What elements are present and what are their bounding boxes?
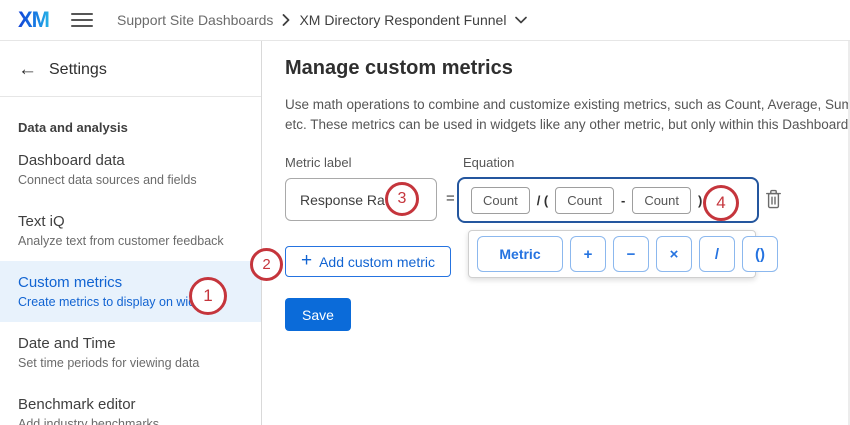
annotation-circle-3: 3 — [385, 182, 419, 216]
sidebar-item-dashboard-data[interactable]: Dashboard data Connect data sources and … — [0, 139, 261, 200]
minus-operator-button[interactable]: − — [613, 236, 649, 272]
plus-operator-button[interactable]: + — [570, 236, 606, 272]
sidebar-item-date-and-time[interactable]: Date and Time Set time periods for viewi… — [0, 322, 261, 383]
sidebar-item-benchmark-editor[interactable]: Benchmark editor Add industry benchmarks — [0, 383, 261, 425]
metric-chip[interactable]: Count — [555, 187, 614, 214]
breadcrumb: Support Site Dashboards XM Directory Res… — [117, 12, 527, 28]
sidebar-item-desc: Add industry benchmarks — [18, 417, 243, 425]
sidebar-item-desc: Set time periods for viewing data — [18, 356, 243, 370]
sidebar-item-text-iq[interactable]: Text iQ Analyze text from customer feedb… — [0, 200, 261, 261]
metric-button[interactable]: Metric — [477, 236, 563, 272]
annotation-circle-2: 2 — [250, 248, 283, 281]
sidebar-item-label: Benchmark editor — [18, 396, 243, 413]
operator-divide-paren: / ( — [537, 193, 549, 208]
add-custom-metric-button[interactable]: + Add custom metric — [285, 246, 451, 277]
trash-icon — [764, 198, 783, 213]
page-title: Manage custom metrics — [285, 57, 513, 80]
chevron-down-icon[interactable] — [515, 16, 527, 24]
save-button[interactable]: Save — [285, 298, 351, 331]
sidebar-item-desc: Analyze text from customer feedback — [18, 234, 243, 248]
menu-icon[interactable] — [71, 13, 93, 27]
operator-minus: - — [621, 193, 625, 208]
equation-label: Equation — [463, 155, 514, 170]
chevron-right-icon — [282, 14, 290, 26]
settings-sidebar: ← Settings Data and analysis Dashboard d… — [0, 41, 262, 425]
back-arrow-icon: ← — [18, 60, 37, 79]
divide-operator-button[interactable]: / — [699, 236, 735, 272]
sidebar-section-label: Data and analysis — [0, 97, 261, 139]
sidebar-item-label: Date and Time — [18, 335, 243, 352]
equation-operator-palette: Metric + − × / () — [468, 230, 756, 278]
settings-title: Settings — [49, 61, 107, 79]
breadcrumb-current[interactable]: XM Directory Respondent Funnel — [299, 12, 506, 28]
delete-metric-button[interactable] — [761, 188, 785, 214]
annotation-circle-1: 1 — [189, 277, 227, 315]
parentheses-button[interactable]: () — [742, 236, 778, 272]
sidebar-item-desc: Connect data sources and fields — [18, 173, 243, 187]
top-bar: XM Support Site Dashboards XM Directory … — [0, 0, 850, 41]
equals-sign: = — [446, 190, 455, 207]
multiply-operator-button[interactable]: × — [656, 236, 692, 272]
page-description: Use math operations to combine and custo… — [285, 95, 850, 136]
back-to-dashboard[interactable]: ← Settings — [0, 41, 261, 96]
manage-custom-metrics-panel: Manage custom metrics Use math operation… — [263, 41, 850, 425]
metric-chip[interactable]: Count — [471, 187, 530, 214]
add-custom-metric-label: Add custom metric — [319, 254, 435, 270]
annotation-circle-4: 4 — [703, 185, 739, 221]
sidebar-item-label: Dashboard data — [18, 152, 243, 169]
operator-close-paren: ) — [698, 193, 702, 208]
xm-logo: XM — [18, 7, 49, 33]
sidebar-item-label: Text iQ — [18, 213, 243, 230]
plus-icon: + — [301, 251, 312, 270]
metric-chip[interactable]: Count — [632, 187, 691, 214]
breadcrumb-parent[interactable]: Support Site Dashboards — [117, 12, 273, 28]
metric-label-label: Metric label — [285, 155, 351, 170]
